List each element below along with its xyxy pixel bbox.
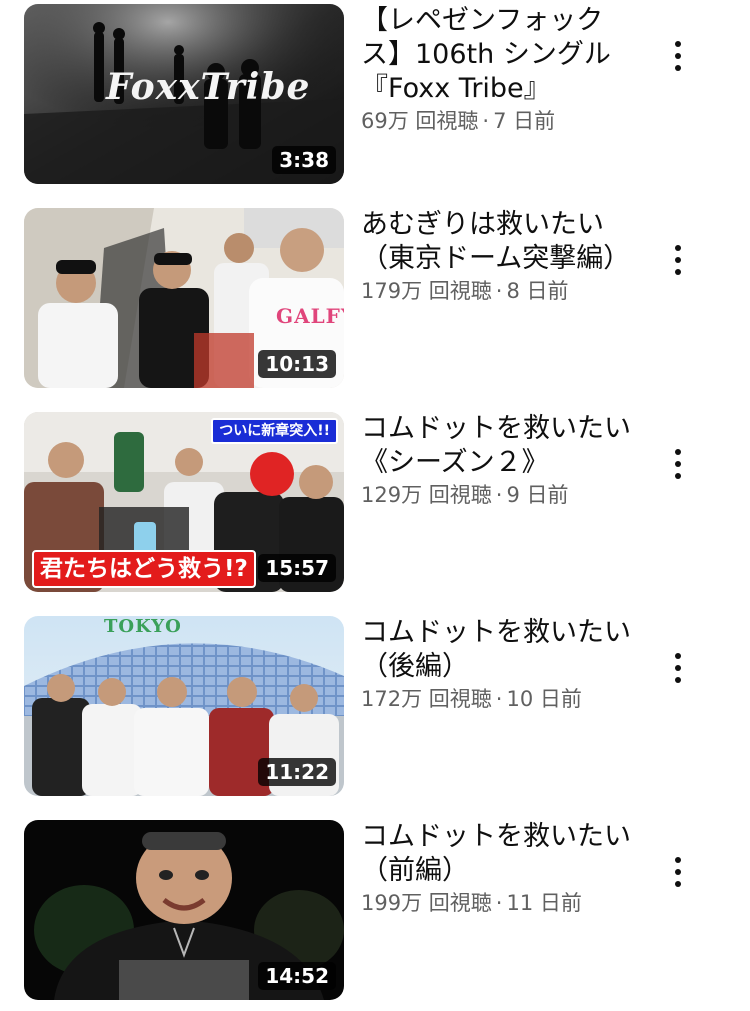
video-thumbnail[interactable]: FoxxTribe 3:38 — [24, 4, 344, 184]
video-meta: 69万 回視聴 · 7 日前 — [361, 106, 631, 136]
video-item[interactable]: GALFY 10:13 あむぎりは救いたい（東京ドーム突撃編） 179万 回視聴… — [0, 208, 750, 388]
meta-separator: · — [495, 279, 503, 303]
video-info: コムドットを救いたい（後編） 172万 回視聴 · 10 日前 — [361, 616, 631, 714]
meta-separator: · — [482, 109, 490, 133]
more-vertical-icon[interactable] — [658, 34, 698, 78]
video-item[interactable]: TOKYO 11:22 コムドットを救いたい（後編） 172万 回視聴 · 10 日… — [0, 616, 750, 796]
view-count: 129万 回視聴 — [361, 483, 492, 507]
video-title[interactable]: コムドットを救いたい（後編） — [361, 616, 631, 684]
video-list: FoxxTribe 3:38 【レペゼンフォックス】106th シングル『Fox… — [0, 0, 750, 1011]
more-vertical-icon[interactable] — [658, 442, 698, 486]
more-vertical-icon[interactable] — [658, 850, 698, 894]
video-title[interactable]: コムドットを救いたい（前編） — [361, 820, 631, 888]
video-meta: 199万 回視聴 · 11 日前 — [361, 888, 631, 918]
view-count: 179万 回視聴 — [361, 279, 492, 303]
video-title[interactable]: 【レペゼンフォックス】106th シングル『Foxx Tribe』 — [361, 4, 631, 106]
video-thumbnail[interactable]: TOKYO 11:22 — [24, 616, 344, 796]
upload-age: 11 日前 — [506, 891, 582, 915]
video-meta: 129万 回視聴 · 9 日前 — [361, 480, 631, 510]
thumbnail-banner: ついに新章突入!! — [211, 418, 338, 444]
meta-separator: · — [495, 483, 503, 507]
view-count: 172万 回視聴 — [361, 687, 492, 711]
video-meta: 172万 回視聴 · 10 日前 — [361, 684, 631, 714]
video-title[interactable]: あむぎりは救いたい（東京ドーム突撃編） — [361, 208, 631, 276]
meta-separator: · — [495, 891, 503, 915]
video-title[interactable]: コムドットを救いたい《シーズン２》 — [361, 412, 631, 480]
thumbnail-text: FoxxTribe — [106, 66, 311, 108]
meta-separator: · — [495, 687, 503, 711]
video-duration: 3:38 — [272, 146, 336, 174]
video-duration: 15:57 — [258, 554, 336, 582]
video-thumbnail[interactable]: 14:52 — [24, 820, 344, 1000]
video-item[interactable]: 14:52 コムドットを救いたい（前編） 199万 回視聴 · 11 日前 — [0, 820, 750, 1000]
more-vertical-icon[interactable] — [658, 646, 698, 690]
thumbnail-text: TOKYO — [104, 616, 182, 637]
upload-age: 8 日前 — [506, 279, 569, 303]
thumbnail-caption: 君たちはどう救う!? — [32, 550, 256, 588]
video-info: 【レペゼンフォックス】106th シングル『Foxx Tribe』 69万 回視… — [361, 4, 631, 136]
thumbnail-text: GALFY — [276, 304, 344, 328]
view-count: 69万 回視聴 — [361, 109, 479, 133]
video-duration: 11:22 — [258, 758, 336, 786]
video-info: コムドットを救いたい（前編） 199万 回視聴 · 11 日前 — [361, 820, 631, 918]
video-item[interactable]: ついに新章突入!! 君たちはどう救う!? 15:57 コムドットを救いたい《シー… — [0, 412, 750, 592]
video-meta: 179万 回視聴 · 8 日前 — [361, 276, 631, 306]
video-thumbnail[interactable]: GALFY 10:13 — [24, 208, 344, 388]
upload-age: 7 日前 — [493, 109, 556, 133]
video-thumbnail[interactable]: ついに新章突入!! 君たちはどう救う!? 15:57 — [24, 412, 344, 592]
upload-age: 10 日前 — [506, 687, 582, 711]
video-info: コムドットを救いたい《シーズン２》 129万 回視聴 · 9 日前 — [361, 412, 631, 510]
upload-age: 9 日前 — [506, 483, 569, 507]
view-count: 199万 回視聴 — [361, 891, 492, 915]
video-info: あむぎりは救いたい（東京ドーム突撃編） 179万 回視聴 · 8 日前 — [361, 208, 631, 306]
more-vertical-icon[interactable] — [658, 238, 698, 282]
video-duration: 10:13 — [258, 350, 336, 378]
video-item[interactable]: FoxxTribe 3:38 【レペゼンフォックス】106th シングル『Fox… — [0, 4, 750, 184]
video-duration: 14:52 — [258, 962, 336, 990]
